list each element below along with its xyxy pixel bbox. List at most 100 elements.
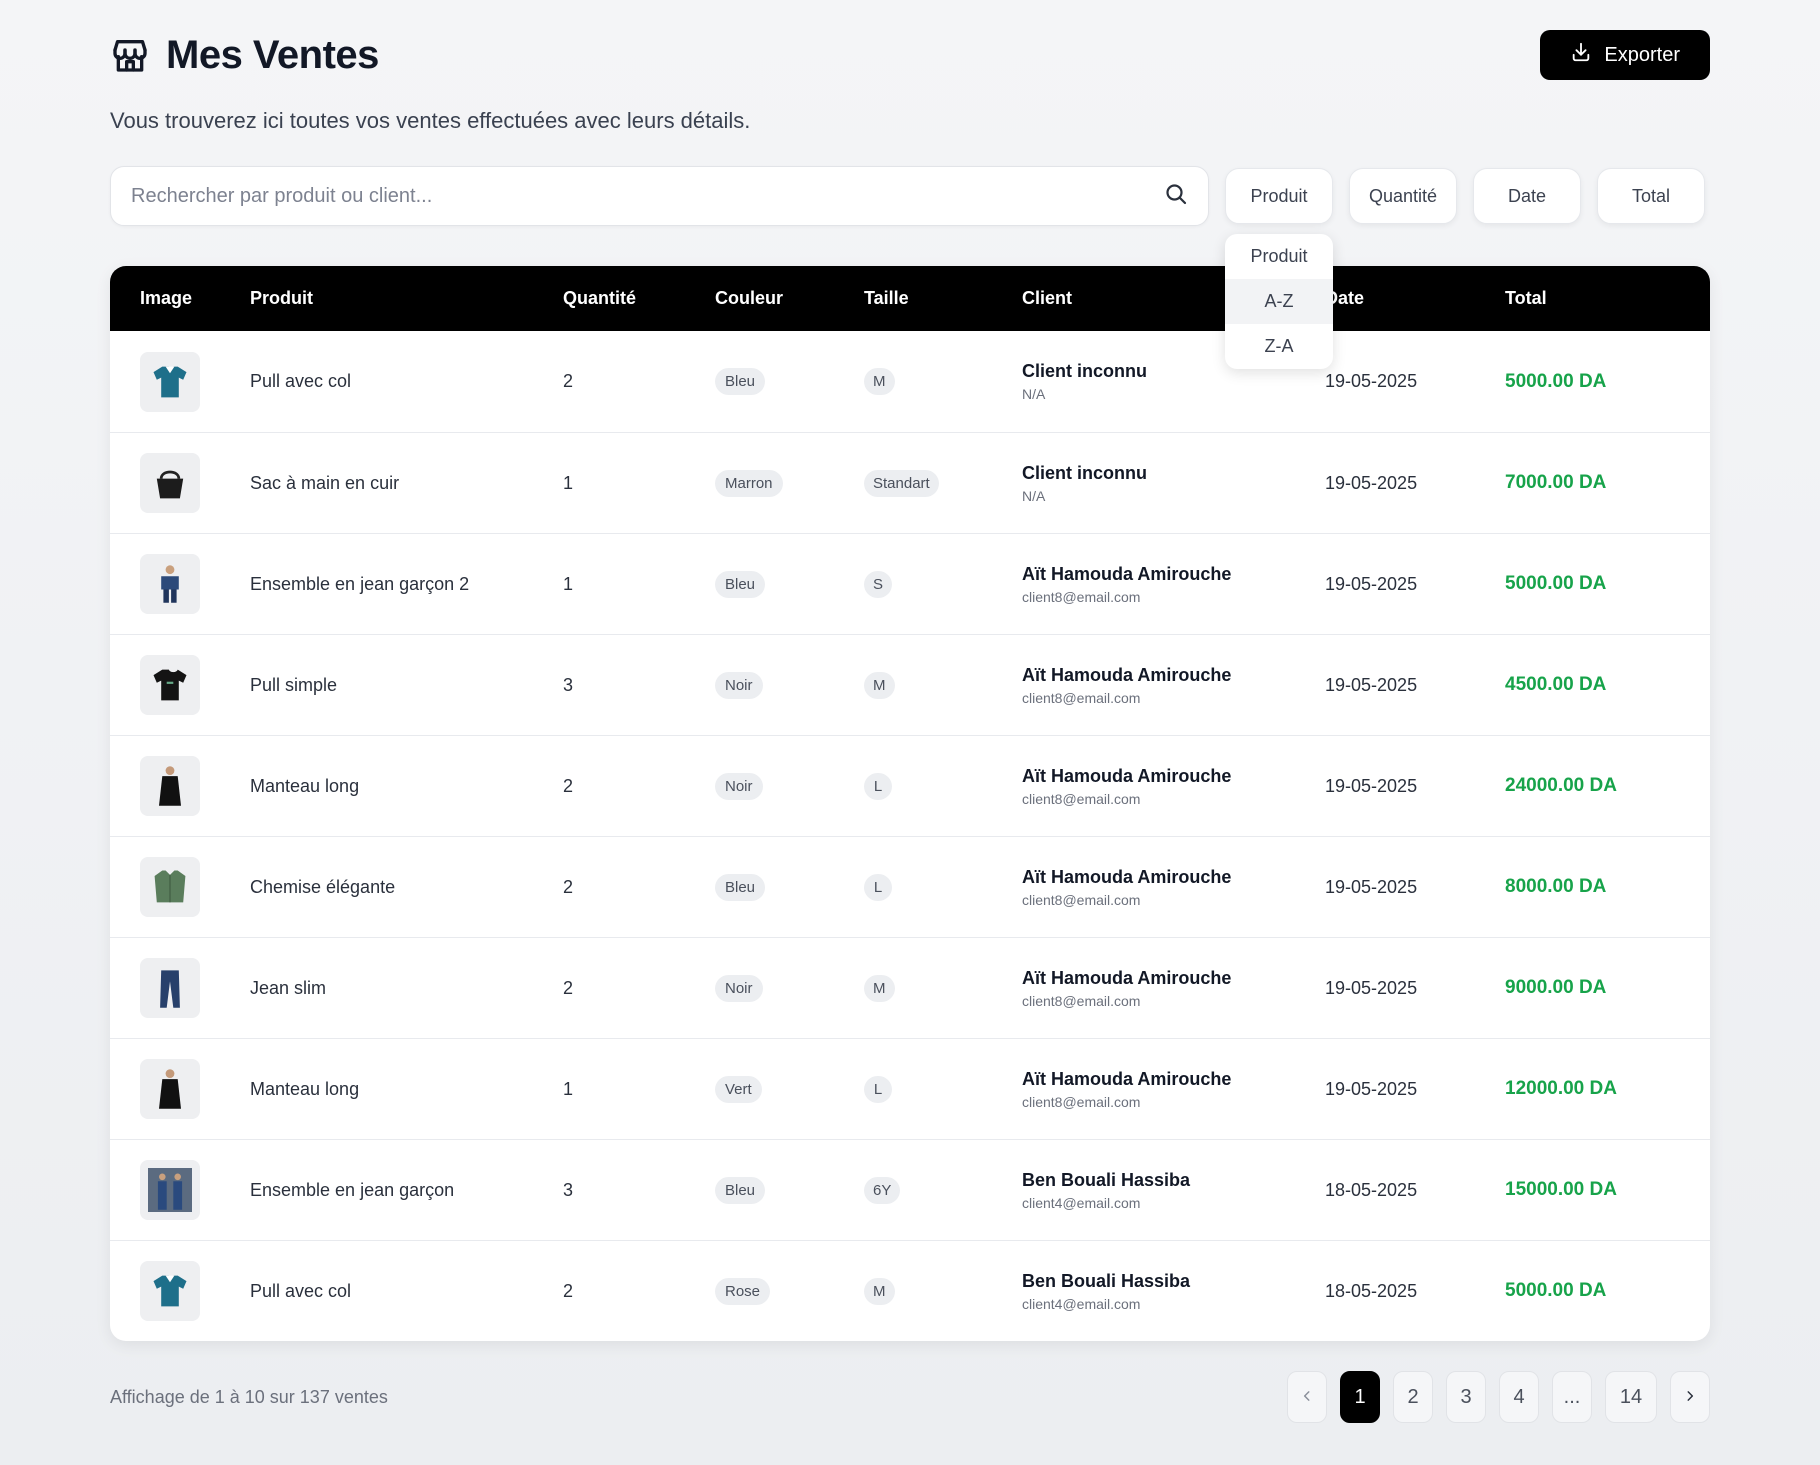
client-cell: Ben Bouali Hassiba client4@email.com [1022,1271,1325,1312]
col-header-date: Date [1325,288,1365,308]
page-ellipsis: ... [1552,1371,1592,1423]
product-name: Manteau long [250,1078,360,1099]
table-row[interactable]: Chemise élégante 2 Bleu L Aït Hamouda Amirou… [110,836,1710,937]
sale-total: 9000.00 DA [1505,977,1607,998]
sale-total: 5000.00 DA [1505,573,1607,594]
quantity: 2 [563,977,574,998]
sale-total: 15000.00 DA [1505,1179,1617,1200]
sale-date: 19-05-2025 [1325,876,1418,897]
sort-a-z-option[interactable]: A-Z [1225,279,1333,324]
image-cell [110,655,250,715]
quantity: 3 [563,1179,574,1200]
size-cell: S [864,570,1022,598]
product-thumbnail [140,1160,200,1220]
sale-date: 19-05-2025 [1325,977,1418,998]
client-name: Aït Hamouda Amirouche [1022,1068,1232,1089]
size-badge: M [864,368,895,395]
size-cell: M [864,368,1022,395]
product-name: Ensemble en jean garçon 2 [250,573,470,594]
size-cell: Standart [864,469,1022,497]
product-name: Pull simple [250,674,338,695]
client-email: N/A [1022,487,1046,504]
product-thumbnail [140,554,200,614]
table-row[interactable]: Ensemble en jean garçon 3 Bleu 6Y Ben Bouali… [110,1139,1710,1240]
color-badge: Noir [715,772,763,800]
client-name: Ben Bouali Hassiba [1022,1270,1191,1291]
color-cell: Vert [715,1075,864,1103]
client-cell: Aït Hamouda Amirouche client8@email.com [1022,867,1325,908]
sale-total: 12000.00 DA [1505,1078,1617,1099]
client-cell: Aït Hamouda Amirouche client8@email.com [1022,665,1325,706]
chevron-right-icon [1683,1386,1697,1409]
search-input[interactable]: Rechercher par produit ou client... [110,166,1209,226]
color-badge: Noir [715,974,763,1002]
sales-table: Image Produit Quantité Couleur Taille Cl… [110,266,1710,1341]
filter-produit-button[interactable]: Produit [1225,168,1333,224]
col-header-taille: Taille [864,288,909,308]
image-cell [110,1160,250,1220]
export-button[interactable]: Exporter [1540,30,1710,80]
page-2-button[interactable]: 2 [1393,1371,1433,1423]
size-cell: M [864,1277,1022,1305]
image-cell [110,554,250,614]
size-badge: M [864,1277,895,1305]
quantity: 2 [563,371,574,391]
size-badge: M [864,671,895,699]
sale-total: 24000.00 DA [1505,775,1617,796]
color-badge: Marron [715,469,783,497]
color-badge: Noir [715,671,763,699]
filter-date-button[interactable]: Date [1473,168,1581,224]
client-name: Aït Hamouda Amirouche [1022,765,1232,786]
sale-date: 19-05-2025 [1325,371,1418,391]
table-row[interactable]: Pull avec col 2 Bleu M Client inconnu N/A 19-0… [110,331,1710,432]
client-email: client8@email.com [1022,992,1141,1009]
image-cell [110,351,250,412]
sort-z-a-option[interactable]: Z-A [1225,324,1333,369]
filter-total-button[interactable]: Total [1597,168,1705,224]
page-3-button[interactable]: 3 [1446,1371,1486,1423]
quantity: 2 [563,1280,574,1301]
chevron-left-icon [1300,1386,1314,1409]
client-name: Aït Hamouda Amirouche [1022,866,1232,887]
next-page-button[interactable] [1670,1371,1710,1423]
sale-total: 5000.00 DA [1505,1280,1607,1301]
page-1-button[interactable]: 1 [1340,1371,1380,1423]
table-header: Image Produit Quantité Couleur Taille Cl… [110,266,1710,331]
size-badge: M [864,974,895,1002]
search-icon[interactable] [1164,182,1188,211]
table-row[interactable]: Jean slim 2 Noir M Aït Hamouda Amirouche clie… [110,937,1710,1038]
pagination: 1 2 3 4 ... 14 [1287,1371,1710,1423]
color-cell: Bleu [715,1176,864,1204]
client-email: client8@email.com [1022,689,1141,706]
client-cell: Aït Hamouda Amirouche client8@email.com [1022,1069,1325,1110]
table-row[interactable]: Pull avec col 2 Rose M Ben Bouali Hassiba cli… [110,1240,1710,1341]
col-header-image: Image [140,288,193,308]
color-badge: Bleu [715,873,766,901]
table-row[interactable]: Pull simple 3 Noir M Aït Hamouda Amirouche cl… [110,634,1710,735]
produit-sort-dropdown: Produit A-Z Z-A [1225,234,1333,369]
product-thumbnail [140,1059,200,1119]
client-cell: Aït Hamouda Amirouche client8@email.com [1022,968,1325,1009]
export-label: Exporter [1604,43,1680,66]
client-name: Ben Bouali Hassiba [1022,1169,1191,1190]
filter-quantite-button[interactable]: Quantité [1349,168,1457,224]
store-icon [110,35,150,75]
size-cell: 6Y [864,1176,1022,1204]
color-cell: Bleu [715,873,864,901]
table-row[interactable]: Ensemble en jean garçon 2 1 Bleu S Aït Hamou… [110,533,1710,634]
product-name: Pull avec col [250,1280,352,1301]
prev-page-button[interactable] [1287,1371,1327,1423]
table-row[interactable]: Sac à main en cuir 1 Marron Standart Client … [110,432,1710,533]
image-cell [110,1059,250,1119]
page-14-button[interactable]: 14 [1605,1371,1657,1423]
client-email: client4@email.com [1022,1295,1141,1312]
download-icon [1570,41,1592,69]
table-row[interactable]: Manteau long 2 Noir L Aït Hamouda Amirouche c… [110,735,1710,836]
table-row[interactable]: Manteau long 1 Vert L Aït Hamouda Amirouche c… [110,1038,1710,1139]
sale-date: 19-05-2025 [1325,775,1418,796]
col-header-quantite: Quantité [563,288,637,308]
page-4-button[interactable]: 4 [1499,1371,1539,1423]
sale-total: 8000.00 DA [1505,876,1607,897]
product-thumbnail [140,756,200,816]
size-cell: M [864,671,1022,699]
